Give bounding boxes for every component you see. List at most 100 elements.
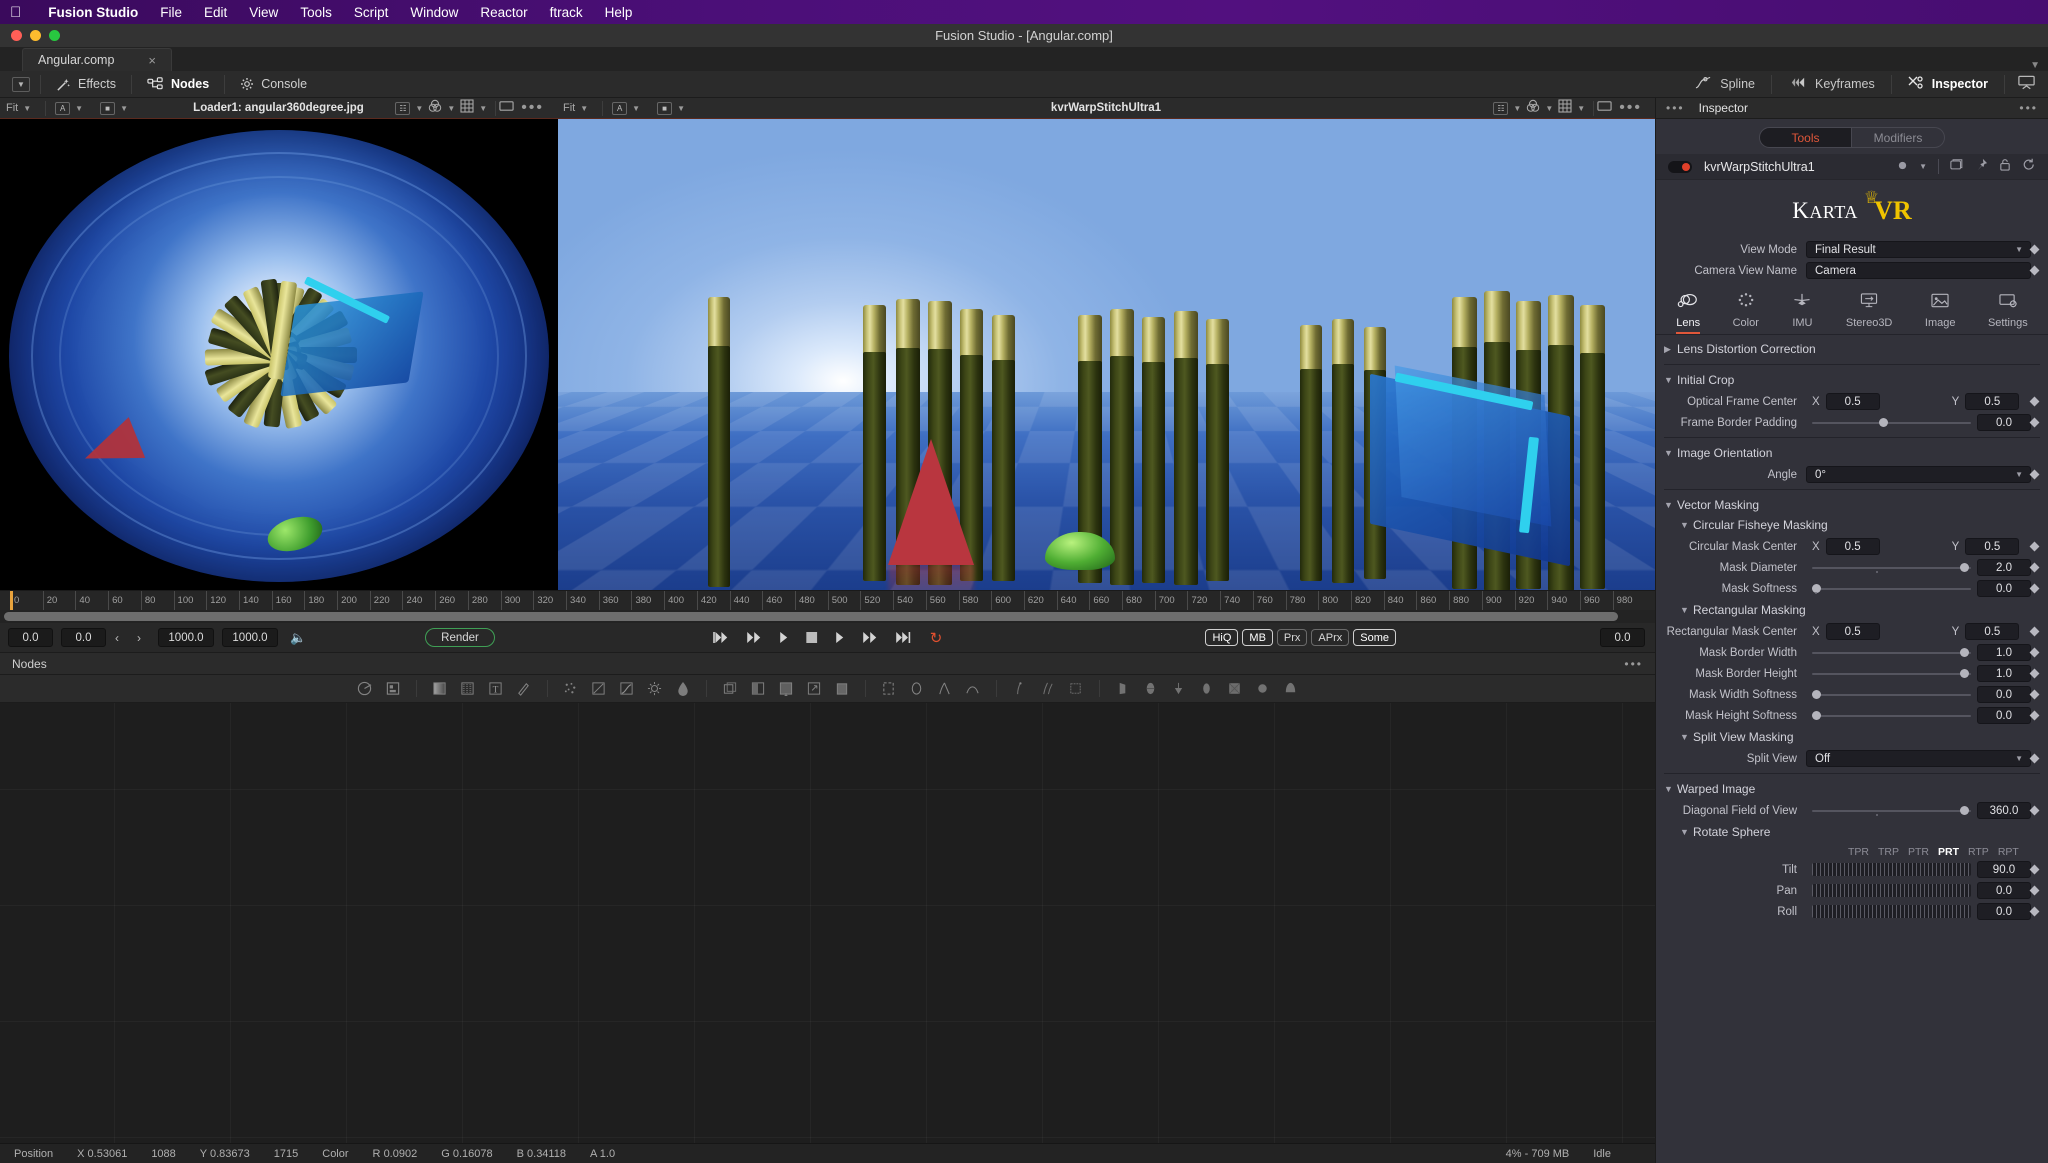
pan-input[interactable]: 0.0 [1977, 882, 2031, 899]
section-warped-image[interactable]: ▼ Warped Image [1656, 779, 2048, 799]
section-split-view-masking[interactable]: ▼ Split View Masking [1656, 727, 2048, 747]
fast-forward-button[interactable] [853, 632, 886, 643]
jump-to-start-button[interactable] [703, 632, 737, 643]
tilt-dial[interactable] [1812, 863, 1971, 876]
category-tab-imu[interactable]: IMU [1791, 292, 1813, 334]
audio-speaker-icon[interactable]: 🔈 [278, 630, 306, 646]
viewer-a-canvas[interactable] [0, 119, 557, 590]
roll-input[interactable]: 0.0 [1977, 903, 2031, 920]
mask-border-width-input[interactable]: 1.0 [1977, 644, 2031, 661]
light-3d-icon[interactable] [1193, 678, 1221, 700]
keyframe-diamond[interactable] [2029, 689, 2040, 700]
text-icon[interactable]: T [482, 678, 510, 700]
chevron-down-icon[interactable]: ▼ [1508, 104, 1526, 113]
split-view-dropdown[interactable]: Off ▼ [1806, 750, 2031, 767]
out-point-field[interactable]: 1000.0 [158, 628, 214, 647]
keyframe-diamond[interactable] [2029, 805, 2040, 816]
tab-spline[interactable]: Spline [1679, 71, 1771, 98]
loop-button[interactable]: ↻ [920, 629, 953, 647]
stop-button[interactable] [797, 632, 826, 643]
keyframe-diamond[interactable] [2029, 396, 2040, 407]
keyframe-diamond[interactable] [2029, 583, 2040, 594]
viewer-b-options-menu[interactable]: ••• [1612, 99, 1649, 117]
circular-mask-center-x-input[interactable]: 0.5 [1825, 538, 1880, 555]
render-button[interactable]: Render [425, 628, 495, 647]
step-back-button[interactable]: ‹ [106, 631, 128, 645]
tab-keyframes[interactable]: Keyframes [1772, 71, 1891, 98]
viewer-b-fit-button[interactable]: Fit ▼ [557, 102, 599, 114]
loader-icon[interactable] [351, 678, 379, 700]
layout-preset-icon[interactable] [2005, 75, 2048, 94]
lock-icon[interactable] [1999, 158, 2011, 176]
tracker-icon[interactable] [1006, 678, 1034, 700]
mask-softness-slider[interactable] [1812, 580, 1971, 597]
minimize-window-button[interactable] [30, 30, 41, 41]
quality-some-button[interactable]: Some [1353, 629, 1396, 646]
in-point-field[interactable]: 0.0 [8, 628, 53, 647]
color-swatch-icon[interactable] [1897, 158, 1908, 176]
pin-icon[interactable] [1975, 158, 1988, 176]
keyframe-diamond[interactable] [2029, 710, 2040, 721]
tab-effects[interactable]: Effects [41, 71, 131, 98]
step-forward-button[interactable]: › [128, 631, 150, 645]
checkbox-icon[interactable]: ▼ [12, 76, 30, 92]
keyframe-diamond[interactable] [2029, 885, 2040, 896]
quality-mb-button[interactable]: MB [1242, 629, 1273, 646]
fullscreen-icon[interactable] [1597, 99, 1612, 117]
viewer-a-fit-button[interactable]: Fit ▼ [0, 102, 42, 114]
section-vector-masking[interactable]: ▼ Vector Masking [1656, 495, 2048, 515]
particles-icon[interactable] [557, 678, 585, 700]
rotation-order-prt[interactable]: PRT [1938, 846, 1959, 858]
viewer-a-buffer-button[interactable]: ■ ▼ [94, 101, 139, 115]
tilt-input[interactable]: 90.0 [1977, 861, 2031, 878]
menu-help[interactable]: Help [594, 5, 644, 20]
tab-inspector[interactable]: Inspector [1892, 71, 2004, 98]
close-window-button[interactable] [11, 30, 22, 41]
tab-angular-comp[interactable]: Angular.comp × [22, 48, 172, 71]
menu-window[interactable]: Window [399, 5, 469, 20]
category-tab-lens[interactable]: Lens [1676, 292, 1701, 334]
section-lens-distortion-correction[interactable]: ▶ Lens Distortion Correction [1656, 339, 2048, 359]
crop-icon[interactable] [828, 678, 856, 700]
section-image-orientation[interactable]: ▼ Image Orientation [1656, 443, 2048, 463]
section-initial-crop[interactable]: ▼ Initial Crop [1656, 370, 2048, 390]
chevron-down-icon[interactable]: ▼ [410, 104, 428, 113]
roll-dial[interactable] [1812, 905, 1971, 918]
diagonal-fov-slider[interactable] [1812, 802, 1971, 819]
color-wheel-icon[interactable] [428, 99, 442, 118]
tab-nodes[interactable]: Nodes [132, 71, 224, 98]
mask-border-height-slider[interactable] [1812, 665, 1971, 682]
menu-tools[interactable]: Tools [289, 5, 343, 20]
merge-3d-icon[interactable] [1221, 678, 1249, 700]
grid-icon[interactable] [460, 98, 474, 118]
hueshift-icon[interactable] [669, 678, 697, 700]
chevron-down-icon[interactable]: ▼ [442, 104, 460, 113]
colorcorrector-icon[interactable] [585, 678, 613, 700]
jump-to-end-button[interactable] [886, 632, 920, 643]
category-tab-color[interactable]: Color [1733, 292, 1759, 334]
timeline-ruler[interactable]: 0 20 40 60 80 100 120 140 160 180 200 220 240 260 280 3… [0, 590, 1655, 610]
colorcurves-icon[interactable] [613, 678, 641, 700]
angle-dropdown[interactable]: 0° ▼ [1806, 466, 2031, 483]
roi-icon[interactable]: ☷ [1493, 101, 1509, 115]
diagonal-fov-input[interactable]: 360.0 [1977, 802, 2031, 819]
transport-right-value[interactable]: 0.0 [1600, 628, 1645, 647]
resize-icon[interactable] [800, 678, 828, 700]
menu-ftrack[interactable]: ftrack [539, 5, 594, 20]
color-wheel-icon[interactable] [1526, 99, 1540, 118]
inspector-options-menu[interactable]: ••• [2019, 101, 2038, 115]
maximize-window-button[interactable] [49, 30, 60, 41]
frame-border-padding-input[interactable]: 0.0 [1977, 414, 2031, 431]
inspector-left-menu[interactable]: ••• [1666, 101, 1685, 115]
camera-view-name-input[interactable]: Camera [1806, 262, 2031, 279]
mask-softness-input[interactable]: 0.0 [1977, 580, 2031, 597]
rewind-button[interactable] [737, 632, 770, 643]
viewer-b-channel-button[interactable]: A ▼ [606, 101, 651, 115]
keyframe-diamond[interactable] [2029, 864, 2040, 875]
saver-icon[interactable] [379, 678, 407, 700]
section-circular-fisheye-masking[interactable]: ▼ Circular Fisheye Masking [1656, 515, 2048, 535]
quality-hiq-button[interactable]: HiQ [1205, 629, 1239, 646]
camera-tracker-icon[interactable] [1062, 678, 1090, 700]
viewer-a-channel-button[interactable]: A ▼ [49, 101, 94, 115]
keyframe-diamond[interactable] [2029, 417, 2040, 428]
